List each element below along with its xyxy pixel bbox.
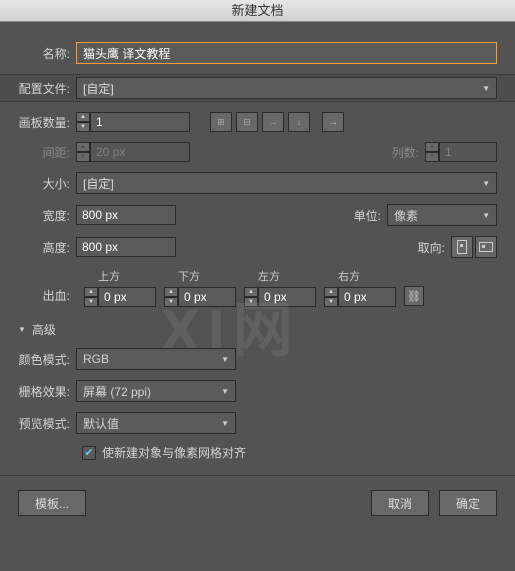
name-label: 名称: xyxy=(18,45,76,62)
grid-by-row-icon[interactable]: ⊞ xyxy=(210,112,232,132)
spacing-down: ▼ xyxy=(76,152,90,162)
size-select[interactable]: [自定] xyxy=(76,172,497,194)
align-grid-checkbox[interactable]: ✔ xyxy=(82,446,96,460)
bleed-left-down[interactable]: ▼ xyxy=(244,297,258,307)
cancel-button[interactable]: 取消 xyxy=(371,490,429,516)
arrange-row-icon[interactable]: → xyxy=(262,112,284,132)
profile-label: 配置文件: xyxy=(18,80,76,97)
spacing-input xyxy=(90,142,190,162)
artboards-up[interactable]: ▲ xyxy=(76,112,90,122)
bleed-bottom-label: 下方 xyxy=(164,268,236,284)
width-input[interactable] xyxy=(76,205,176,225)
preview-label: 预览模式: xyxy=(18,415,76,432)
bleed-link-icon[interactable]: ⛓ xyxy=(404,286,424,306)
artboards-down[interactable]: ▼ xyxy=(76,122,90,132)
colormode-label: 颜色模式: xyxy=(18,351,76,368)
artboards-input[interactable] xyxy=(90,112,190,132)
profile-select[interactable]: [自定] xyxy=(76,77,497,99)
ok-button[interactable]: 确定 xyxy=(439,490,497,516)
divider xyxy=(0,475,515,476)
name-input[interactable] xyxy=(76,42,497,64)
bleed-label: 出血: xyxy=(18,287,76,307)
bleed-top-label: 上方 xyxy=(84,268,156,284)
columns-input xyxy=(439,142,497,162)
height-input[interactable] xyxy=(76,237,176,257)
orientation-portrait[interactable] xyxy=(451,236,473,258)
bleed-top-down[interactable]: ▼ xyxy=(84,297,98,307)
colormode-select[interactable]: RGB xyxy=(76,348,236,370)
preview-select[interactable]: 默认值 xyxy=(76,412,236,434)
portrait-icon xyxy=(457,240,467,254)
template-button[interactable]: 模板... xyxy=(18,490,86,516)
bleed-left-up[interactable]: ▲ xyxy=(244,287,258,297)
columns-up: ▲ xyxy=(425,142,439,152)
bleed-bottom-down[interactable]: ▼ xyxy=(164,297,178,307)
raster-select[interactable]: 屏幕 (72 ppi) xyxy=(76,380,236,402)
artboards-label: 画板数量: xyxy=(18,114,76,131)
bleed-right-label: 右方 xyxy=(324,268,396,284)
align-grid-label: 使新建对象与像素网格对齐 xyxy=(102,444,246,461)
bleed-top-input[interactable] xyxy=(98,287,156,307)
spacing-up: ▲ xyxy=(76,142,90,152)
width-label: 宽度: xyxy=(18,207,76,224)
raster-label: 栅格效果: xyxy=(18,383,76,400)
direction-icon[interactable]: → xyxy=(322,112,344,132)
arrange-col-icon[interactable]: ↓ xyxy=(288,112,310,132)
bleed-bottom-input[interactable] xyxy=(178,287,236,307)
orientation-landscape[interactable] xyxy=(475,236,497,258)
height-label: 高度: xyxy=(18,239,76,256)
advanced-toggle[interactable]: 高级 xyxy=(18,321,497,338)
grid-by-col-icon[interactable]: ⊟ xyxy=(236,112,258,132)
columns-label: 列数: xyxy=(385,144,425,161)
bleed-top-up[interactable]: ▲ xyxy=(84,287,98,297)
unit-select[interactable]: 像素 xyxy=(387,204,497,226)
bleed-right-up[interactable]: ▲ xyxy=(324,287,338,297)
bleed-right-down[interactable]: ▼ xyxy=(324,297,338,307)
unit-label: 单位: xyxy=(347,207,387,224)
bleed-bottom-up[interactable]: ▲ xyxy=(164,287,178,297)
bleed-right-input[interactable] xyxy=(338,287,396,307)
size-label: 大小: xyxy=(18,175,76,192)
columns-down: ▼ xyxy=(425,152,439,162)
orientation-label: 取向: xyxy=(411,239,451,256)
dialog-title: 新建文档 xyxy=(0,0,515,22)
landscape-icon xyxy=(479,242,493,252)
spacing-label: 间距: xyxy=(18,144,76,161)
bleed-left-input[interactable] xyxy=(258,287,316,307)
bleed-left-label: 左方 xyxy=(244,268,316,284)
